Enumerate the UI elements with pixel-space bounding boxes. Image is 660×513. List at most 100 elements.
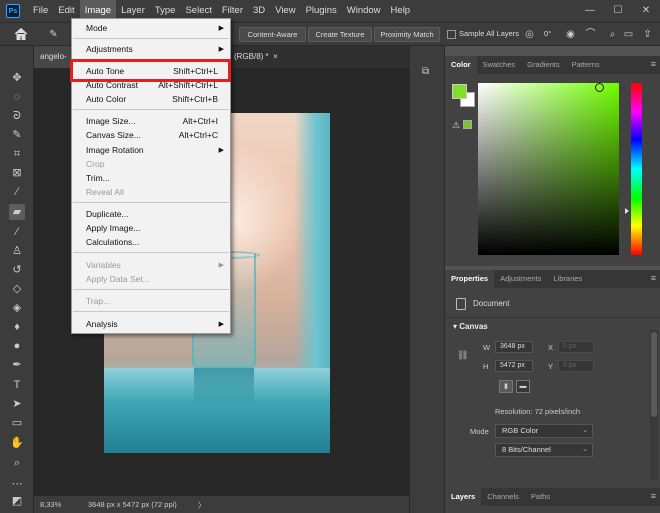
menu-help[interactable]: Help [386, 0, 416, 22]
panel-menu-icon[interactable]: ≡ [651, 273, 656, 283]
tab-channels[interactable]: Channels [481, 488, 525, 506]
menu-item-auto-color[interactable]: Auto Color Shift+Ctrl+B [72, 93, 230, 106]
healing-brush-tool-icon[interactable]: ▰ [9, 204, 25, 220]
in-gamut-color-swatch[interactable] [463, 120, 472, 129]
close-button[interactable]: ✕ [632, 0, 660, 22]
color-swatches-icon[interactable]: ◩ [9, 493, 25, 509]
diffusion-icon[interactable]: ⌒ [583, 27, 598, 42]
color-field[interactable] [478, 83, 619, 255]
chevron-down-icon: ⌄ [582, 446, 588, 453]
dodge-tool-icon[interactable]: ● [9, 338, 25, 354]
quick-selection-tool-icon[interactable]: ✎ [9, 127, 25, 143]
more-tools-icon[interactable]: ⋯ [9, 476, 25, 492]
width-field[interactable]: 3648 px [495, 341, 533, 353]
hue-slider-handle[interactable] [625, 208, 629, 214]
submenu-arrow-icon: ▶ [218, 147, 224, 154]
home-icon[interactable] [14, 27, 28, 41]
brush-tool-icon[interactable]: ∕ [9, 224, 25, 240]
workspace-icon[interactable]: ▭ [621, 27, 636, 42]
canvas-section-title[interactable]: ▾ Canvas [453, 322, 488, 331]
pressure-icon[interactable]: ◉ [563, 27, 578, 42]
history-brush-tool-icon[interactable]: ↺ [9, 262, 25, 278]
content-aware-button[interactable]: Content-Aware [239, 27, 306, 42]
share-icon[interactable]: ⇪ [640, 27, 655, 42]
panel-menu-icon[interactable]: ≡ [651, 491, 656, 501]
clone-stamp-tool-icon[interactable]: ♙ [9, 243, 25, 259]
hue-slider[interactable] [631, 83, 642, 255]
menu-item-image-size[interactable]: Image Size... Alt+Ctrl+I [72, 115, 230, 128]
landscape-orientation-icon[interactable]: ▬ [516, 380, 530, 393]
menu-item-analysis[interactable]: Analysis ▶ [72, 318, 230, 331]
menu-item-apply-image[interactable]: Apply Image... [72, 222, 230, 235]
tab-patterns[interactable]: Patterns [566, 56, 606, 74]
maximize-button[interactable]: ☐ [604, 0, 632, 22]
close-tab-icon[interactable]: × [273, 52, 278, 61]
rectangle-tool-icon[interactable]: ▭ [9, 415, 25, 431]
frame-tool-icon[interactable]: ⊠ [9, 165, 25, 181]
properties-scroll-thumb[interactable] [651, 332, 657, 417]
y-field[interactable]: 0 px [558, 360, 594, 372]
menu-item-mode[interactable]: Mode ▶ [72, 22, 230, 35]
move-tool-icon[interactable]: ✥ [9, 70, 25, 86]
paint-bucket-tool-icon[interactable]: ◈ [9, 300, 25, 316]
minimize-button[interactable]: — [576, 0, 604, 22]
menu-separator [73, 109, 229, 110]
create-texture-button[interactable]: Create Texture [308, 27, 372, 42]
pen-tool-icon[interactable]: ✒ [9, 357, 25, 373]
tab-color[interactable]: Color [445, 56, 477, 74]
menu-file[interactable]: File [28, 0, 53, 22]
type-tool-icon[interactable]: T [9, 377, 25, 393]
lasso-tool-icon[interactable]: ᘐ [9, 108, 25, 124]
collapsed-panel-strip: ⧉ [409, 46, 445, 513]
zoom-level[interactable]: 8,33% [40, 500, 61, 509]
sample-all-layers-checkbox[interactable] [447, 30, 456, 39]
gamut-warning-icon[interactable]: ⚠ [452, 120, 460, 131]
menu-item-adjustments[interactable]: Adjustments ▶ [72, 43, 230, 56]
history-panel-icon[interactable]: ⧉ [422, 66, 434, 78]
tab-swatches[interactable]: Swatches [477, 56, 522, 74]
eyedropper-tool-icon[interactable]: ⁄ [9, 184, 25, 200]
menu-item-calculations[interactable]: Calculations... [72, 236, 230, 249]
menu-3d[interactable]: 3D [248, 0, 270, 22]
sample-all-layers-label: Sample All Layers [459, 29, 520, 38]
portrait-orientation-icon[interactable]: ▮ [499, 380, 513, 393]
tab-libraries[interactable]: Libraries [547, 270, 588, 288]
search-icon[interactable]: ⌕ [605, 27, 620, 42]
document-tab-title[interactable]: (RGB/8) * × [234, 46, 278, 68]
menu-window[interactable]: Window [342, 0, 386, 22]
spot-healing-brush-icon[interactable]: ✎ [46, 27, 61, 42]
height-field[interactable]: 5472 px [495, 360, 533, 372]
menu-plugins[interactable]: Plugins [301, 0, 342, 22]
menu-item-canvas-size[interactable]: Canvas Size... Alt+Ctrl+C [72, 129, 230, 142]
tab-properties[interactable]: Properties [445, 270, 495, 288]
tab-layers[interactable]: Layers [445, 488, 482, 506]
blur-tool-icon[interactable]: ♦ [9, 319, 25, 335]
eraser-tool-icon[interactable]: ◇ [9, 281, 25, 297]
menu-item-trim[interactable]: Trim... [72, 172, 230, 185]
menu-view[interactable]: View [270, 0, 300, 22]
link-icon[interactable]: ⛓ [457, 350, 468, 361]
pressure-size-icon[interactable]: ◎ [522, 27, 537, 42]
tab-paths[interactable]: Paths [525, 488, 556, 506]
tab-adjustments[interactable]: Adjustments [494, 270, 547, 288]
panel-menu-icon[interactable]: ≡ [651, 59, 656, 69]
foreground-color-swatch[interactable] [452, 84, 467, 99]
zoom-tool-icon[interactable]: ⌕ [9, 455, 25, 471]
mode-select[interactable]: RGB Color ⌄ [495, 424, 593, 438]
menu-item-duplicate[interactable]: Duplicate... [72, 208, 230, 221]
status-arrow-icon[interactable]: 〉 [198, 500, 206, 511]
color-picker-marker[interactable] [595, 83, 604, 92]
bit-depth-select[interactable]: 8 Bits/Channel ⌄ [495, 443, 593, 457]
x-field[interactable]: 0 px [558, 341, 594, 353]
hand-tool-icon[interactable]: ✋ [9, 435, 25, 451]
menu-item-variables: Variables ▶ [72, 259, 230, 272]
angle-value[interactable]: 0° [544, 29, 551, 38]
tab-gradients[interactable]: Gradients [521, 56, 566, 74]
path-selection-tool-icon[interactable]: ➤ [9, 396, 25, 412]
proximity-match-button[interactable]: Proximity Match [374, 27, 440, 42]
marquee-tool-icon[interactable]: ◌ [9, 89, 25, 105]
document-tab[interactable]: angelo- [34, 46, 73, 68]
menu-item-image-rotation[interactable]: Image Rotation ▶ [72, 144, 230, 157]
menu-item-shortcut: Alt+Ctrl+I [182, 116, 218, 126]
crop-tool-icon[interactable]: ⌗ [9, 146, 25, 162]
